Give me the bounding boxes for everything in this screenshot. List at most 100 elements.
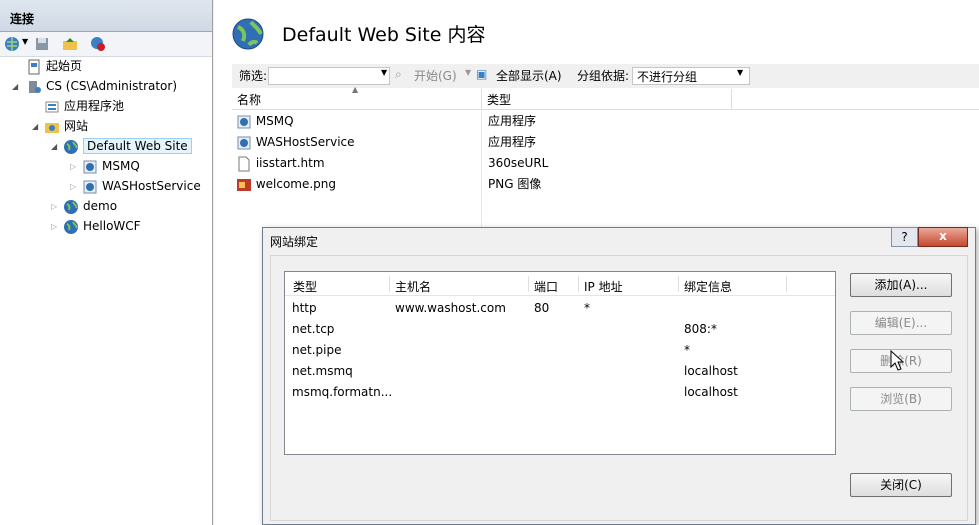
add-button[interactable]: 添加(A)... <box>850 273 952 297</box>
filter-input[interactable] <box>268 67 390 85</box>
app-icon <box>83 180 97 193</box>
binding-type[interactable]: net.tcp <box>292 322 334 336</box>
list-item-name: welcome.png <box>255 177 337 191</box>
list-item-name: WASHostService <box>255 135 355 149</box>
app-icon <box>83 160 97 173</box>
dialog-close-button[interactable]: x <box>918 227 968 247</box>
page-title: Default Web Site 内容 <box>282 24 486 46</box>
tree-label: Default Web Site <box>83 138 192 154</box>
tree-item-msmq[interactable]: MSMQ <box>82 156 140 176</box>
dialog-title: 网站绑定 <box>270 235 319 249</box>
column-header-host[interactable]: 主机名 <box>395 278 431 295</box>
binding-host: www.washost.com <box>395 301 506 315</box>
groupby-label: 分组依据: <box>577 69 630 83</box>
edit-button[interactable]: 编辑(E)... <box>850 311 952 335</box>
tree-item-sites[interactable]: 网站 <box>44 116 88 136</box>
filter-label: 筛选: <box>239 69 268 83</box>
globe-icon <box>64 199 78 214</box>
globe-icon <box>64 139 78 154</box>
start-page-icon <box>28 59 40 74</box>
expand-arrow-icon[interactable]: ▷ <box>51 222 57 231</box>
binding-info: localhost <box>684 385 738 399</box>
binding-info: * <box>684 343 690 357</box>
connections-toolbar: ▼ <box>0 32 212 57</box>
mouse-cursor-icon <box>890 350 904 371</box>
connect-globe-icon[interactable] <box>4 36 20 52</box>
groupby-select[interactable]: 不进行分组 <box>632 67 750 85</box>
expand-arrow-icon[interactable]: ▷ <box>51 202 57 211</box>
tree-label: MSMQ <box>102 159 140 173</box>
browse-button[interactable]: 浏览(B) <box>850 387 952 411</box>
expand-arrow-icon[interactable]: ▷ <box>70 162 76 171</box>
groupby-value: 不进行分组 <box>637 70 698 84</box>
expand-arrow-icon[interactable]: ▷ <box>70 182 76 191</box>
tree-item-start-page[interactable]: 起始页 <box>26 56 82 76</box>
globe-icon <box>64 219 78 234</box>
app-icon <box>237 115 251 128</box>
app-pool-icon <box>45 101 59 112</box>
tree-label: WASHostService <box>102 179 201 193</box>
tree-item-hellowcf[interactable]: HelloWCF <box>63 216 141 236</box>
list-item[interactable]: iisstart.htm <box>236 153 325 173</box>
list-item[interactable]: WASHostService <box>236 132 355 152</box>
tree-item-server[interactable]: CS (CS\Administrator) <box>26 76 177 96</box>
column-header-info[interactable]: 绑定信息 <box>684 278 732 295</box>
tree-item-washostservice[interactable]: WASHostService <box>82 176 201 196</box>
tree-label: CS (CS\Administrator) <box>46 79 178 93</box>
up-folder-icon[interactable] <box>62 36 78 52</box>
globe-icon <box>232 18 264 50</box>
list-item-name: MSMQ <box>255 114 294 128</box>
tree-label: HelloWCF <box>83 219 141 233</box>
collapse-arrow-icon[interactable]: ◢ <box>32 122 38 131</box>
start-button[interactable]: 开始(G) <box>414 67 457 84</box>
image-file-icon <box>237 178 251 191</box>
list-item[interactable]: welcome.png <box>236 174 336 194</box>
tree-label: 起始页 <box>46 59 83 73</box>
column-divider <box>481 110 482 230</box>
filter-bar: 筛选: ▼ ⌕ 开始(G) ▼ ▣ 全部显示(A) 分组依据: 不进行分组 ▼ <box>232 64 979 88</box>
show-all-icon: ▣ <box>476 67 488 81</box>
binding-type[interactable]: msmq.formatn... <box>292 385 392 399</box>
bindings-table[interactable]: 类型 主机名 端口 IP 地址 绑定信息 http www.washost.co… <box>284 271 836 455</box>
help-button[interactable]: ? <box>891 227 918 247</box>
binding-type[interactable]: net.msmq <box>292 364 353 378</box>
close-button[interactable]: 关闭(C) <box>850 473 952 497</box>
tree-item-default-web-site[interactable]: Default Web Site <box>63 136 192 156</box>
server-icon <box>29 80 41 93</box>
connect-dropdown-icon[interactable]: ▼ <box>22 37 28 46</box>
sites-folder-icon <box>45 122 59 133</box>
binding-info: localhost <box>684 364 738 378</box>
column-header-ip[interactable]: IP 地址 <box>584 278 623 295</box>
connections-title: 连接 <box>0 0 212 32</box>
binding-port: 80 <box>534 301 550 315</box>
column-type-header[interactable]: 类型 <box>487 91 511 108</box>
sort-arrow-icon: ▲ <box>352 85 359 94</box>
app-icon <box>237 136 251 149</box>
list-item-type: 应用程序 <box>488 114 537 128</box>
filter-dropdown-icon[interactable]: ▼ <box>381 68 387 77</box>
show-all-button[interactable]: 全部显示(A) <box>496 67 562 84</box>
disconnect-icon[interactable] <box>90 36 106 52</box>
save-icon[interactable] <box>34 36 50 52</box>
list-item-name: iisstart.htm <box>255 156 325 170</box>
tree-item-demo[interactable]: demo <box>63 196 117 216</box>
binding-type[interactable]: http <box>292 301 317 315</box>
column-header-type[interactable]: 类型 <box>293 278 317 295</box>
file-icon <box>238 156 250 171</box>
column-name-header[interactable]: 名称 <box>237 91 261 108</box>
column-header-port[interactable]: 端口 <box>534 278 558 295</box>
binoculars-icon: ⌕ <box>395 67 402 81</box>
tree-label: 网站 <box>64 119 89 133</box>
tree-item-app-pools[interactable]: 应用程序池 <box>44 96 124 116</box>
start-dropdown-icon[interactable]: ▼ <box>465 68 471 77</box>
binding-ip: * <box>584 301 590 315</box>
collapse-arrow-icon[interactable]: ◢ <box>51 142 57 151</box>
groupby-dropdown-icon[interactable]: ▼ <box>737 68 743 77</box>
list-item-type: PNG 图像 <box>488 177 542 191</box>
binding-info: 808:* <box>684 322 717 336</box>
list-header: 名称 ▲ 类型 <box>232 85 979 110</box>
collapse-arrow-icon[interactable]: ◢ <box>12 82 18 91</box>
list-item[interactable]: MSMQ <box>236 111 294 131</box>
tree-label: demo <box>83 199 118 213</box>
binding-type[interactable]: net.pipe <box>292 343 341 357</box>
